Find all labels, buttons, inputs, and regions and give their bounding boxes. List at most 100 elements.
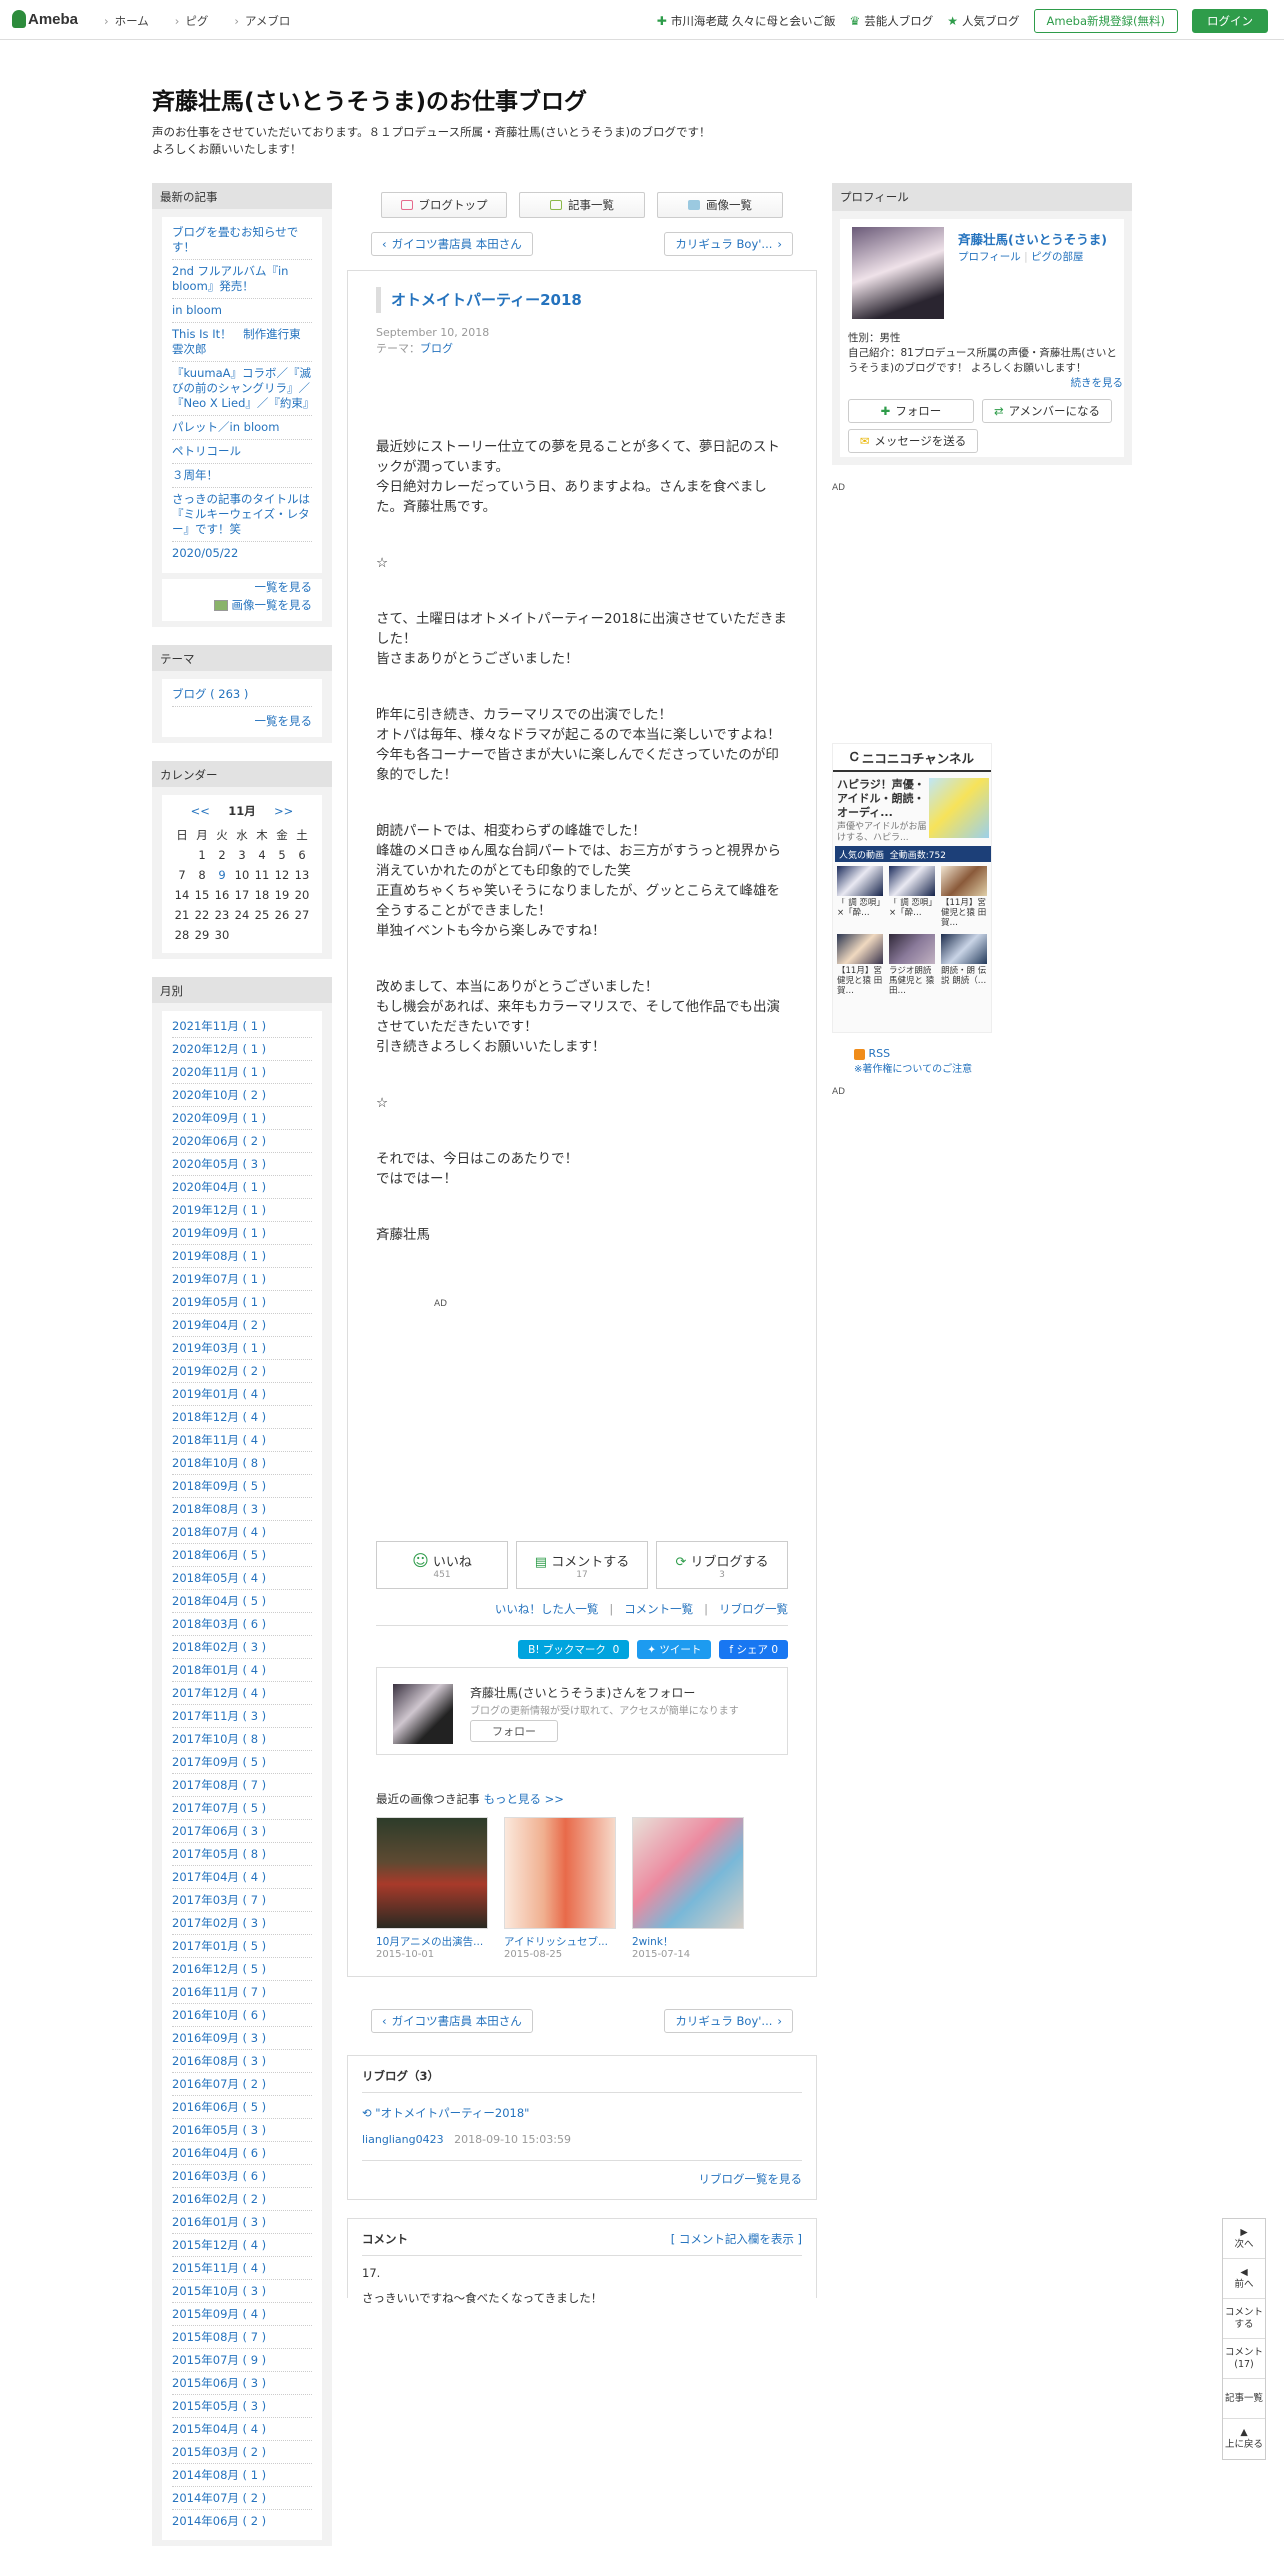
monthly-link[interactable]: 2018年02月 ( 3 ) bbox=[172, 1640, 266, 1654]
calendar-next[interactable]: >> bbox=[274, 804, 293, 818]
rss-link[interactable]: RSS bbox=[869, 1047, 891, 1060]
monthly-link[interactable]: 2017年07月 ( 5 ) bbox=[172, 1801, 266, 1815]
nav-ameblo[interactable]: アメブロ bbox=[234, 13, 290, 29]
next-article-button[interactable]: カリギュラ Boy'... › bbox=[664, 2009, 793, 2033]
monthly-link[interactable]: 2018年10月 ( 8 ) bbox=[172, 1456, 266, 1470]
monthly-link[interactable]: 2017年11月 ( 3 ) bbox=[172, 1709, 266, 1723]
calendar-day-link[interactable]: 9 bbox=[212, 865, 232, 885]
latest-more-link[interactable]: 一覧を見る bbox=[255, 580, 313, 594]
monthly-link[interactable]: 2016年06月 ( 5 ) bbox=[172, 2100, 266, 2114]
monthly-link[interactable]: 2016年09月 ( 3 ) bbox=[172, 2031, 266, 2045]
monthly-link[interactable]: 2014年08月 ( 1 ) bbox=[172, 2468, 266, 2482]
monthly-link[interactable]: 2015年11月 ( 4 ) bbox=[172, 2261, 266, 2275]
niconico-video[interactable]: 【11月】宮 健児と猿 田賀… bbox=[941, 866, 987, 928]
reblog-user[interactable]: liangliang0423 bbox=[362, 2133, 444, 2146]
monthly-link[interactable]: 2014年06月 ( 2 ) bbox=[172, 2514, 266, 2528]
facebook-share-button[interactable]: f シェア 0 bbox=[719, 1640, 788, 1659]
article-theme-link[interactable]: ブログ bbox=[420, 342, 453, 355]
monthly-link[interactable]: 2019年05月 ( 1 ) bbox=[172, 1295, 266, 1309]
monthly-link[interactable]: 2019年01月 ( 4 ) bbox=[172, 1387, 266, 1401]
nav-home[interactable]: ホーム bbox=[104, 13, 149, 29]
monthly-link[interactable]: 2018年08月 ( 3 ) bbox=[172, 1502, 266, 1516]
pigg-room-link[interactable]: ピグの部屋 bbox=[1031, 251, 1084, 263]
likers-link[interactable]: いいね！した人一覧 bbox=[495, 1602, 599, 1616]
back-to-top-nav[interactable]: ▲ 上に戻る bbox=[1223, 2419, 1265, 2459]
monthly-link[interactable]: 2018年09月 ( 5 ) bbox=[172, 1479, 266, 1493]
monthly-link[interactable]: 2020年06月 ( 2 ) bbox=[172, 1134, 266, 1148]
monthly-link[interactable]: 2016年10月 ( 6 ) bbox=[172, 2008, 266, 2022]
monthly-link[interactable]: 2017年02月 ( 3 ) bbox=[172, 1916, 266, 1930]
amember-button[interactable]: ⇄ アメンバーになる bbox=[982, 399, 1112, 423]
reblog-more-link[interactable]: リブログ一覧を見る bbox=[699, 2172, 803, 2186]
monthly-link[interactable]: 2017年10月 ( 8 ) bbox=[172, 1732, 266, 1746]
niconico-video[interactable]: 「 調 恋唄」×「酔… bbox=[837, 866, 883, 928]
monthly-link[interactable]: 2015年04月 ( 4 ) bbox=[172, 2422, 266, 2436]
monthly-link[interactable]: 2019年08月 ( 1 ) bbox=[172, 1249, 266, 1263]
prev-article-button[interactable]: ‹ ガイコツ書店員 本田さん bbox=[371, 232, 533, 256]
monthly-link[interactable]: 2019年09月 ( 1 ) bbox=[172, 1226, 266, 1240]
monthly-link[interactable]: 2015年03月 ( 2 ) bbox=[172, 2445, 266, 2459]
next-article-button[interactable]: カリギュラ Boy'... › bbox=[664, 232, 793, 256]
next-article-nav[interactable]: ▶ 次へ bbox=[1223, 2219, 1265, 2259]
profile-link[interactable]: プロフィール bbox=[958, 251, 1021, 263]
comments-link[interactable]: コメント一覧 bbox=[624, 1602, 693, 1616]
monthly-link[interactable]: 2020年11月 ( 1 ) bbox=[172, 1065, 266, 1079]
monthly-link[interactable]: 2016年05月 ( 3 ) bbox=[172, 2123, 266, 2137]
monthly-link[interactable]: 2020年09月 ( 1 ) bbox=[172, 1111, 266, 1125]
message-button[interactable]: ✉ メッセージを送る bbox=[848, 429, 978, 453]
recent-article[interactable]: 10月アニメの出演告... 2015-10-01 bbox=[376, 1817, 488, 1960]
theme-more-link[interactable]: 一覧を見る bbox=[255, 714, 313, 728]
monthly-link[interactable]: 2016年07月 ( 2 ) bbox=[172, 2077, 266, 2091]
monthly-link[interactable]: 2014年07月 ( 2 ) bbox=[172, 2491, 266, 2505]
monthly-link[interactable]: 2019年02月 ( 2 ) bbox=[172, 1364, 266, 1378]
profile-avatar[interactable] bbox=[852, 227, 944, 319]
register-button[interactable]: Ameba新規登録(無料) bbox=[1033, 9, 1178, 33]
show-comment-form-link[interactable]: [ コメント記入欄を表示 ] bbox=[671, 2231, 802, 2247]
niconico-thumbnail[interactable] bbox=[929, 778, 989, 838]
latest-article-link[interactable]: ３周年！ bbox=[172, 468, 218, 482]
monthly-link[interactable]: 2018年12月 ( 4 ) bbox=[172, 1410, 266, 1424]
monthly-link[interactable]: 2020年05月 ( 3 ) bbox=[172, 1157, 266, 1171]
monthly-link[interactable]: 2018年03月 ( 6 ) bbox=[172, 1617, 266, 1631]
monthly-link[interactable]: 2016年01月 ( 3 ) bbox=[172, 2215, 266, 2229]
monthly-link[interactable]: 2019年04月 ( 2 ) bbox=[172, 1318, 266, 1332]
monthly-link[interactable]: 2017年01月 ( 5 ) bbox=[172, 1939, 266, 1953]
monthly-link[interactable]: 2015年05月 ( 3 ) bbox=[172, 2399, 266, 2413]
article-list-nav[interactable]: 記事一覧 bbox=[1223, 2379, 1265, 2419]
prev-article-nav[interactable]: ◀ 前へ bbox=[1223, 2259, 1265, 2299]
tab-blog-top[interactable]: ブログトップ bbox=[381, 192, 507, 218]
monthly-link[interactable]: 2017年05月 ( 8 ) bbox=[172, 1847, 266, 1861]
monthly-link[interactable]: 2020年10月 ( 2 ) bbox=[172, 1088, 266, 1102]
write-comment-nav[interactable]: コメントする bbox=[1223, 2299, 1265, 2339]
header-link-celeb[interactable]: ♛ 芸能人ブログ bbox=[850, 13, 934, 29]
niconico-video[interactable]: 「 調 恋唄」×「酔… bbox=[889, 866, 935, 928]
monthly-link[interactable]: 2016年11月 ( 7 ) bbox=[172, 1985, 266, 1999]
blog-title[interactable]: 斉藤壮馬(さいとうそうま)のお仕事ブログ bbox=[152, 82, 1132, 116]
nav-pigg[interactable]: ピグ bbox=[175, 13, 208, 29]
recent-article[interactable]: 2wink！ 2015-07-14 bbox=[632, 1817, 744, 1960]
niconico-brand[interactable]: Ꮯ ニコニコチャンネル bbox=[833, 744, 991, 772]
header-link-news[interactable]: ✚ 市川海老蔵 久々に母と会いご飯 bbox=[657, 13, 836, 29]
monthly-link[interactable]: 2017年06月 ( 3 ) bbox=[172, 1824, 266, 1838]
copyright-notice-link[interactable]: ※著作権についてのご注意 bbox=[854, 1064, 972, 1075]
latest-article-link[interactable]: ペトリコール bbox=[172, 444, 241, 458]
recent-more-link[interactable]: もっと見る >> bbox=[484, 1792, 564, 1806]
latest-article-link[interactable]: 2nd フルアルバム『in bloom』発売！ bbox=[172, 264, 288, 293]
monthly-link[interactable]: 2019年12月 ( 1 ) bbox=[172, 1203, 266, 1217]
niconico-headline[interactable]: ハピラジ！声優・アイドル・朗読・オーディ... bbox=[837, 778, 929, 820]
monthly-link[interactable]: 2018年01月 ( 4 ) bbox=[172, 1663, 266, 1677]
tab-article-list[interactable]: 記事一覧 bbox=[519, 192, 645, 218]
latest-article-link[interactable]: 2020/05/22 bbox=[172, 546, 238, 560]
latest-article-link[interactable]: 『kuumaA』コラボ／『滅びの前のシャングリラ』／『Neo X Lied』／『… bbox=[172, 366, 314, 410]
profile-name[interactable]: 斉藤壮馬(さいとうそうま) bbox=[958, 229, 1107, 248]
monthly-link[interactable]: 2015年07月 ( 9 ) bbox=[172, 2353, 266, 2367]
login-button[interactable]: ログイン bbox=[1192, 9, 1268, 33]
recent-article[interactable]: アイドリッシュセブ... 2015-08-25 bbox=[504, 1817, 616, 1960]
monthly-link[interactable]: 2016年04月 ( 6 ) bbox=[172, 2146, 266, 2160]
monthly-link[interactable]: 2018年11月 ( 4 ) bbox=[172, 1433, 266, 1447]
tweet-button[interactable]: ✦ ツイート bbox=[637, 1640, 712, 1659]
monthly-link[interactable]: 2016年02月 ( 2 ) bbox=[172, 2192, 266, 2206]
image-list-link[interactable]: 画像一覧を見る bbox=[232, 598, 313, 612]
monthly-link[interactable]: 2020年04月 ( 1 ) bbox=[172, 1180, 266, 1194]
like-button[interactable]: ☺ いいね 451 bbox=[376, 1541, 508, 1589]
